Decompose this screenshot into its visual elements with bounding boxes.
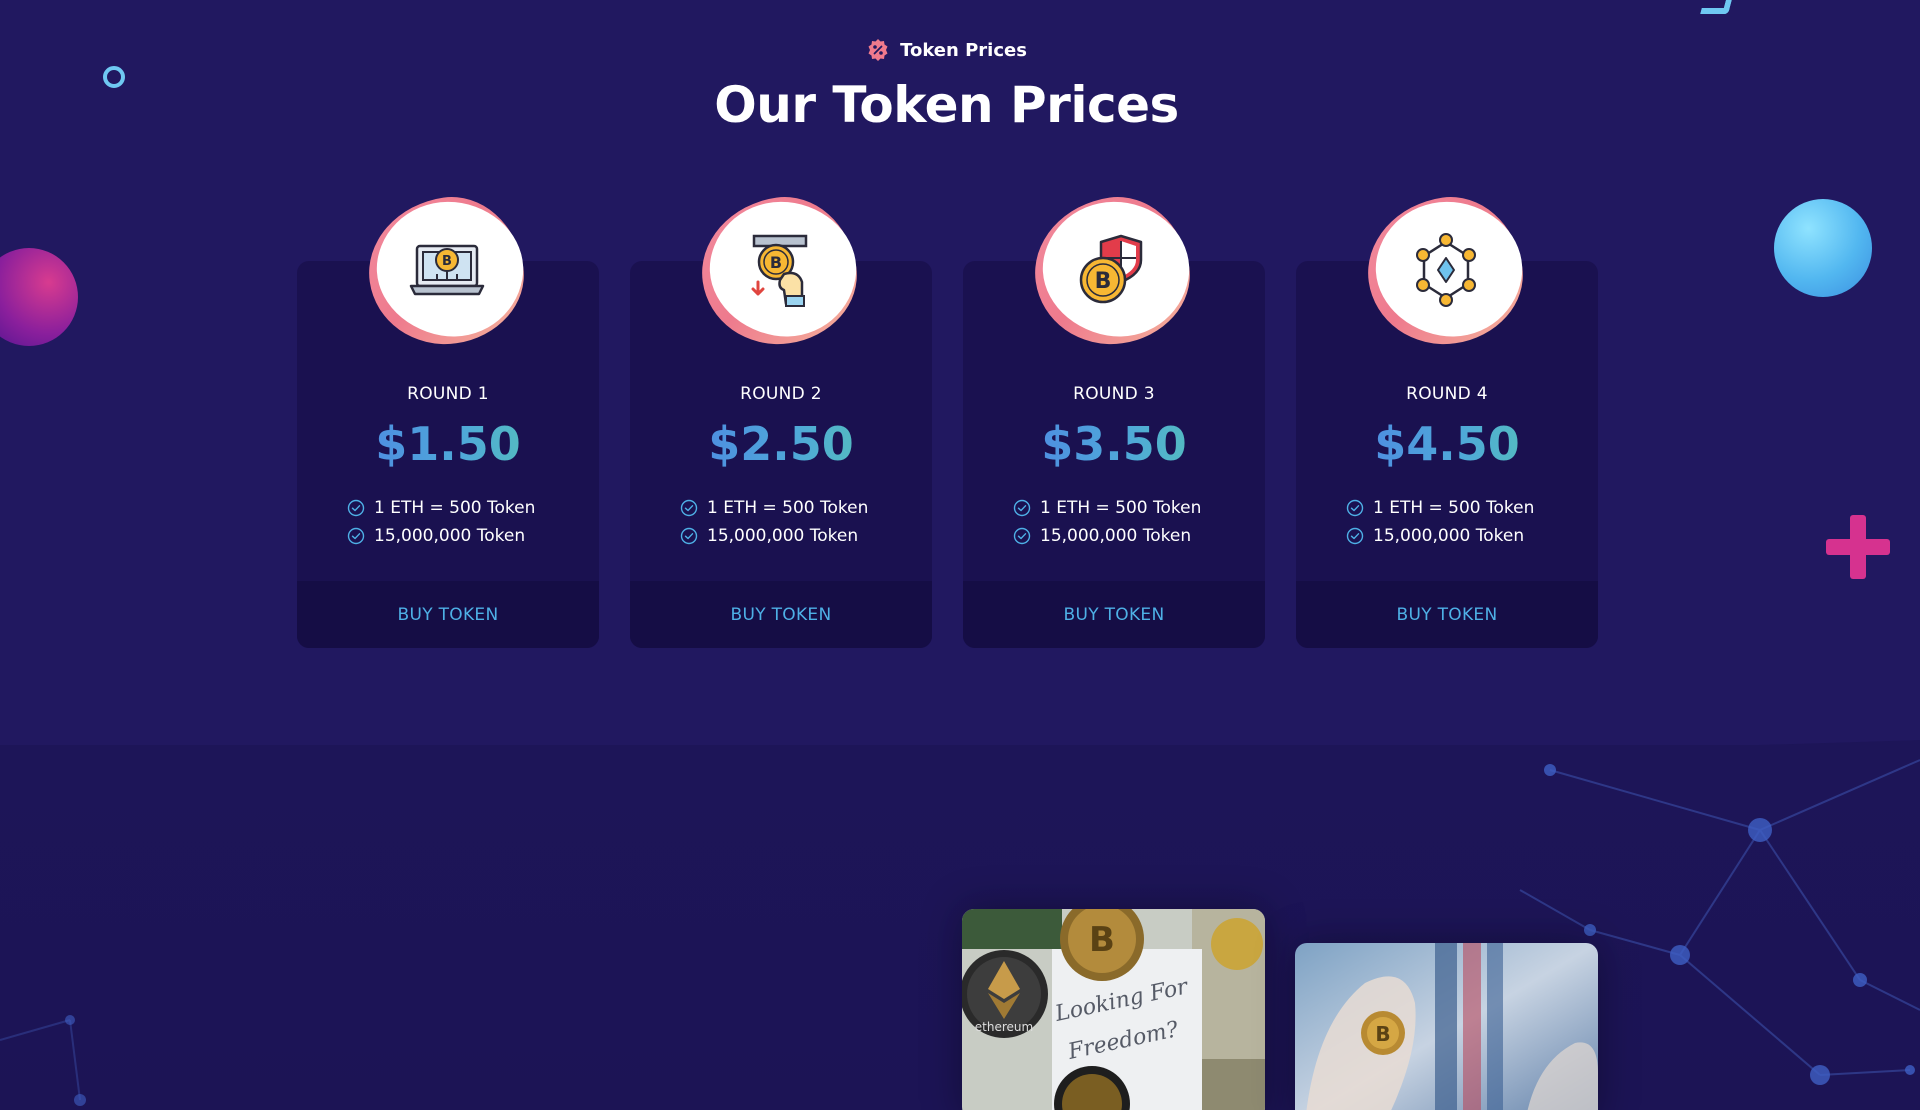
network-graphic-left — [0, 1015, 86, 1106]
feature-item: 15,000,000 Token — [347, 522, 535, 550]
card-icon-blob: B — [1025, 187, 1200, 355]
card-icon-blob — [1358, 187, 1533, 355]
discount-badge-icon — [868, 39, 888, 61]
round-label: ROUND 2 — [740, 384, 822, 404]
feature-item: 15,000,000 Token — [1013, 522, 1201, 550]
feature-item: 1 ETH = 500 Token — [1013, 494, 1201, 522]
check-circle-icon — [680, 527, 698, 545]
decorative-plus-icon — [1826, 515, 1890, 579]
round-label: ROUND 1 — [407, 384, 489, 404]
check-circle-icon — [1013, 499, 1031, 517]
crypto-collage-image: B ethereum Looking For Freedom? — [962, 909, 1265, 1110]
coin-label: ethereum — [975, 1020, 1033, 1034]
bitcoin-atm-icon: B — [751, 234, 808, 307]
decorative-sphere-blue — [1774, 199, 1872, 297]
check-circle-icon — [1346, 527, 1364, 545]
round-label: ROUND 4 — [1406, 384, 1488, 404]
feature-text: 1 ETH = 500 Token — [1040, 498, 1202, 518]
feature-text: 1 ETH = 500 Token — [1373, 498, 1535, 518]
card-icon-blob: B — [692, 187, 867, 355]
bitcoin-shield-icon: B — [1079, 234, 1143, 304]
check-circle-icon — [347, 527, 365, 545]
buy-token-label: BUY TOKEN — [397, 604, 499, 625]
feature-list: 1 ETH = 500 Token 15,000,000 Token — [1013, 494, 1201, 550]
feature-item: 15,000,000 Token — [1346, 522, 1534, 550]
feature-text: 15,000,000 Token — [1373, 526, 1525, 546]
buy-token-label: BUY TOKEN — [1396, 604, 1498, 625]
feature-item: 1 ETH = 500 Token — [347, 494, 535, 522]
feature-item: 1 ETH = 500 Token — [1346, 494, 1534, 522]
card-icon-blob: B — [359, 187, 534, 355]
price-value: $3.50 — [963, 417, 1265, 471]
check-circle-icon — [1013, 527, 1031, 545]
svg-text:B: B — [770, 253, 782, 272]
feature-list: 1 ETH = 500 Token 15,000,000 Token — [347, 494, 535, 550]
buy-token-button[interactable]: BUY TOKEN — [297, 581, 599, 648]
svg-text:B: B — [1095, 269, 1112, 294]
buy-token-label: BUY TOKEN — [730, 604, 832, 625]
feature-list: 1 ETH = 500 Token 15,000,000 Token — [680, 494, 868, 550]
feature-item: 1 ETH = 500 Token — [680, 494, 868, 522]
decorative-tick — [1700, 0, 1732, 14]
page-title: Our Token Prices — [714, 76, 1179, 134]
feature-text: 15,000,000 Token — [707, 526, 859, 546]
feature-text: 1 ETH = 500 Token — [374, 498, 536, 518]
feature-item: 15,000,000 Token — [680, 522, 868, 550]
section-eyebrow: Token Prices — [0, 38, 1893, 62]
round-label: ROUND 3 — [1073, 384, 1155, 404]
check-circle-icon — [1346, 499, 1364, 517]
price-value: $1.50 — [297, 417, 599, 471]
feature-text: 15,000,000 Token — [374, 526, 526, 546]
feature-list: 1 ETH = 500 Token 15,000,000 Token — [1346, 494, 1534, 550]
buy-token-label: BUY TOKEN — [1063, 604, 1165, 625]
check-circle-icon — [347, 499, 365, 517]
buy-token-button[interactable]: BUY TOKEN — [1296, 581, 1598, 648]
buy-token-button[interactable]: BUY TOKEN — [963, 581, 1265, 648]
bitcoin-hand-image: B — [1295, 943, 1598, 1110]
price-value: $2.50 — [630, 417, 932, 471]
ethereum-network-icon — [1416, 233, 1476, 307]
svg-text:B: B — [1089, 920, 1115, 960]
bitcoin-laptop-icon: B — [409, 244, 485, 296]
token-price-cards: ROUND 1 $1.50 1 ETH = 500 Token 15,000,0… — [297, 187, 1598, 656]
crypto-photo-ethereum: B ethereum Looking For Freedom? — [962, 909, 1265, 1110]
decorative-sphere-pink — [0, 248, 78, 346]
buy-token-button[interactable]: BUY TOKEN — [630, 581, 932, 648]
price-value: $4.50 — [1296, 417, 1598, 471]
svg-text:B: B — [442, 254, 452, 269]
eyebrow-label: Token Prices — [900, 39, 1027, 61]
crypto-photo-hand-coin: B — [1295, 943, 1598, 1110]
svg-text:B: B — [1375, 1022, 1390, 1046]
feature-text: 15,000,000 Token — [1040, 526, 1192, 546]
feature-text: 1 ETH = 500 Token — [707, 498, 869, 518]
check-circle-icon — [680, 499, 698, 517]
